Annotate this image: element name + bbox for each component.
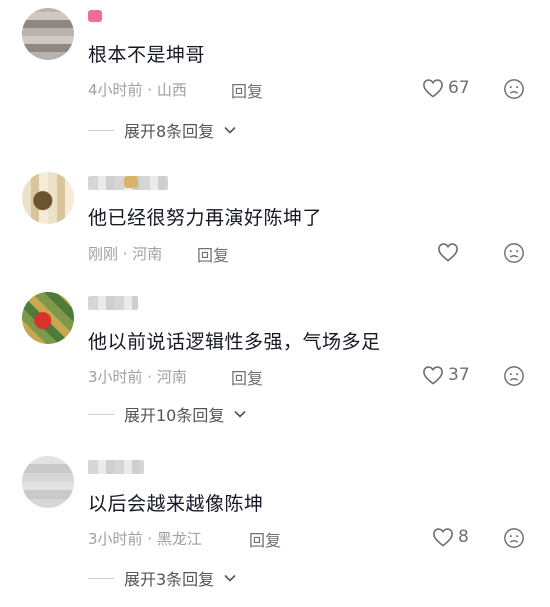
user-badge-icon — [88, 10, 102, 22]
comment-text: 以后会越来越像陈坤 — [88, 493, 264, 515]
reply-button[interactable]: 回复 — [231, 78, 263, 102]
frown-face-icon[interactable] — [503, 242, 525, 264]
divider — [88, 413, 114, 415]
heart-outline-icon — [438, 243, 458, 262]
heart-outline-icon — [433, 528, 453, 547]
reply-button[interactable]: 回复 — [197, 242, 229, 266]
comment-time-location: 3小时前 · 河南 — [88, 368, 187, 386]
like-count: 8 — [458, 527, 469, 547]
chevron-down-icon — [234, 410, 246, 418]
comment-time-location: 3小时前 · 黑龙江 — [88, 530, 202, 548]
comment-time-location: 刚刚 · 河南 — [88, 245, 163, 263]
heart-outline-icon — [423, 366, 443, 385]
username-blurred — [88, 296, 138, 310]
expand-replies-button[interactable]: 展开10条回复 — [88, 402, 246, 426]
avatar[interactable] — [22, 172, 74, 224]
expand-replies-button[interactable]: 展开3条回复 — [88, 566, 236, 590]
avatar[interactable] — [22, 292, 74, 344]
like-button[interactable]: 67 — [422, 78, 470, 98]
frown-face-icon[interactable] — [503, 527, 525, 549]
avatar[interactable] — [22, 456, 74, 508]
reply-button[interactable]: 回复 — [249, 527, 281, 551]
expand-replies-label: 展开3条回复 — [124, 570, 215, 589]
like-count: 37 — [448, 365, 470, 385]
reply-button[interactable]: 回复 — [231, 365, 263, 389]
divider — [88, 577, 114, 579]
comment-text: 他已经很努力再演好陈坤了 — [88, 207, 323, 229]
expand-replies-label: 展开10条回复 — [124, 406, 225, 425]
like-count: 67 — [448, 78, 470, 98]
like-button[interactable]: 37 — [422, 365, 470, 385]
chevron-down-icon — [224, 574, 236, 582]
comment-time-location: 4小时前 · 山西 — [88, 81, 187, 99]
divider — [88, 129, 114, 131]
heart-outline-icon — [423, 79, 443, 98]
like-button[interactable] — [437, 242, 459, 262]
avatar[interactable] — [22, 8, 74, 60]
chevron-down-icon — [224, 126, 236, 134]
comment-text: 根本不是坤哥 — [88, 44, 206, 66]
user-badge-icon — [124, 176, 138, 188]
username-blurred — [88, 460, 144, 474]
like-button[interactable]: 8 — [432, 527, 469, 547]
expand-replies-label: 展开8条回复 — [124, 122, 215, 141]
frown-face-icon[interactable] — [503, 365, 525, 387]
frown-face-icon[interactable] — [503, 78, 525, 100]
expand-replies-button[interactable]: 展开8条回复 — [88, 118, 236, 142]
comment-text: 他以前说话逻辑性多强，气场多足 — [88, 331, 381, 353]
